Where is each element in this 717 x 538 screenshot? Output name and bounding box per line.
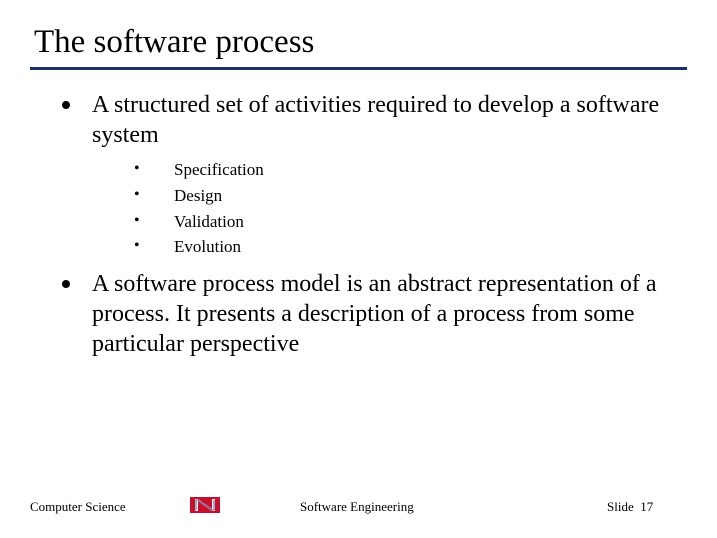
sub-bullet-text: Validation xyxy=(174,210,244,234)
bullet-icon xyxy=(62,280,70,288)
footer-slide-label: Slide xyxy=(607,499,634,514)
footer-left: Computer Science xyxy=(30,499,190,515)
sub-bullet-icon: • xyxy=(134,158,174,180)
sub-bullet-text: Evolution xyxy=(174,235,241,259)
bullet-text: A software process model is an abstract … xyxy=(92,269,681,359)
footer-center: Software Engineering xyxy=(290,499,607,515)
footer-right: Slide 17 xyxy=(607,499,687,515)
sub-bullet-icon: • xyxy=(134,210,174,232)
slide-footer: Computer Science Software Engineering Sl… xyxy=(30,494,687,520)
bullet-text: A structured set of activities required … xyxy=(92,90,681,150)
sub-bullet-text: Design xyxy=(174,184,222,208)
sub-bullet-list: • Specification • Design • Validation • … xyxy=(62,158,681,259)
footer-slide-number: 17 xyxy=(640,499,653,514)
sub-bullet-icon: • xyxy=(134,184,174,206)
sub-bullet-item: • Validation xyxy=(134,210,681,234)
sub-bullet-text: Specification xyxy=(174,158,264,182)
slide: The software process A structured set of… xyxy=(0,0,717,538)
sub-bullet-item: • Specification xyxy=(134,158,681,182)
bullet-item: A structured set of activities required … xyxy=(62,90,681,150)
sub-bullet-item: • Design xyxy=(134,184,681,208)
slide-title: The software process xyxy=(30,24,687,61)
footer-logo xyxy=(190,494,290,520)
bullet-item: A software process model is an abstract … xyxy=(62,269,681,359)
sub-bullet-item: • Evolution xyxy=(134,235,681,259)
logo-n-icon xyxy=(190,494,220,520)
slide-content: A structured set of activities required … xyxy=(30,90,687,359)
title-underline xyxy=(30,67,687,70)
bullet-icon xyxy=(62,101,70,109)
sub-bullet-icon: • xyxy=(134,235,174,257)
